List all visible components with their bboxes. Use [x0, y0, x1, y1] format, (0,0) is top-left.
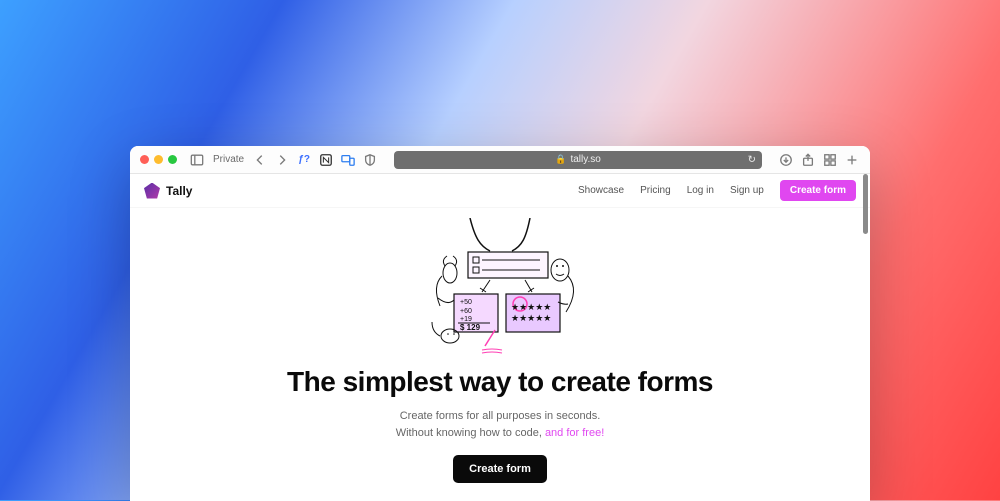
new-tab-icon[interactable]: [844, 152, 860, 168]
extension-icon[interactable]: ƒ?: [296, 152, 312, 168]
hero-subtext-line2: Without knowing how to code, and for fre…: [160, 425, 840, 442]
svg-text:+19: +19: [460, 316, 472, 323]
browser-chrome-toolbar: Private ƒ? 🔒 tally.so ↻: [130, 146, 870, 174]
svg-text:+50: +50: [460, 299, 472, 306]
tabs-overview-icon[interactable]: [822, 152, 838, 168]
shield-icon[interactable]: [362, 152, 378, 168]
forward-icon[interactable]: [274, 152, 290, 168]
svg-text:★★★★★: ★★★★★: [511, 313, 551, 323]
hero-subtext-line2a: Without knowing how to code,: [396, 427, 545, 439]
nav-signup[interactable]: Sign up: [730, 185, 764, 196]
svg-text:★★★★★: ★★★★★: [511, 302, 551, 312]
tally-logo-icon: [144, 183, 160, 199]
site-nav: Tally Showcase Pricing Log in Sign up Cr…: [130, 174, 870, 208]
hero-illustration: +50 +60 +19 $ 129 ★★★★★ ★★★★★: [390, 218, 610, 358]
svg-text:$ 129: $ 129: [460, 323, 481, 332]
nav-create-form-button[interactable]: Create form: [780, 180, 856, 201]
nav-login[interactable]: Log in: [687, 185, 714, 196]
lock-icon: 🔒: [555, 154, 566, 165]
nav-links: Showcase Pricing Log in Sign up Create f…: [578, 180, 856, 201]
url-text: tally.so: [570, 154, 600, 165]
scrollbar-thumb[interactable]: [863, 174, 868, 234]
reload-icon[interactable]: ↻: [748, 154, 756, 165]
back-icon[interactable]: [252, 152, 268, 168]
hero-headline: The simplest way to create forms: [160, 366, 840, 398]
browser-window: Private ƒ? 🔒 tally.so ↻: [130, 146, 870, 501]
download-icon[interactable]: [778, 152, 794, 168]
devices-icon[interactable]: [340, 152, 356, 168]
maximize-window-icon[interactable]: [168, 155, 177, 164]
hero-create-form-button[interactable]: Create form: [453, 455, 547, 483]
brand-name: Tally: [166, 184, 192, 198]
notion-extension-icon[interactable]: [318, 152, 334, 168]
nav-pricing[interactable]: Pricing: [640, 185, 671, 196]
traffic-lights: [140, 155, 177, 164]
minimize-window-icon[interactable]: [154, 155, 163, 164]
svg-text:+60: +60: [460, 308, 472, 315]
nav-showcase[interactable]: Showcase: [578, 185, 624, 196]
sidebar-toggle-icon[interactable]: [189, 152, 205, 168]
hero-subtext-free: and for free!: [545, 427, 604, 439]
hero-subtext-line1: Create forms for all purposes in seconds…: [160, 408, 840, 425]
private-mode-label: Private: [213, 154, 244, 165]
address-bar[interactable]: 🔒 tally.so ↻: [394, 151, 762, 169]
brand[interactable]: Tally: [144, 183, 192, 199]
scrollbar-track[interactable]: [863, 174, 868, 501]
share-icon[interactable]: [800, 152, 816, 168]
close-window-icon[interactable]: [140, 155, 149, 164]
hero-section: +50 +60 +19 $ 129 ★★★★★ ★★★★★: [130, 208, 870, 501]
